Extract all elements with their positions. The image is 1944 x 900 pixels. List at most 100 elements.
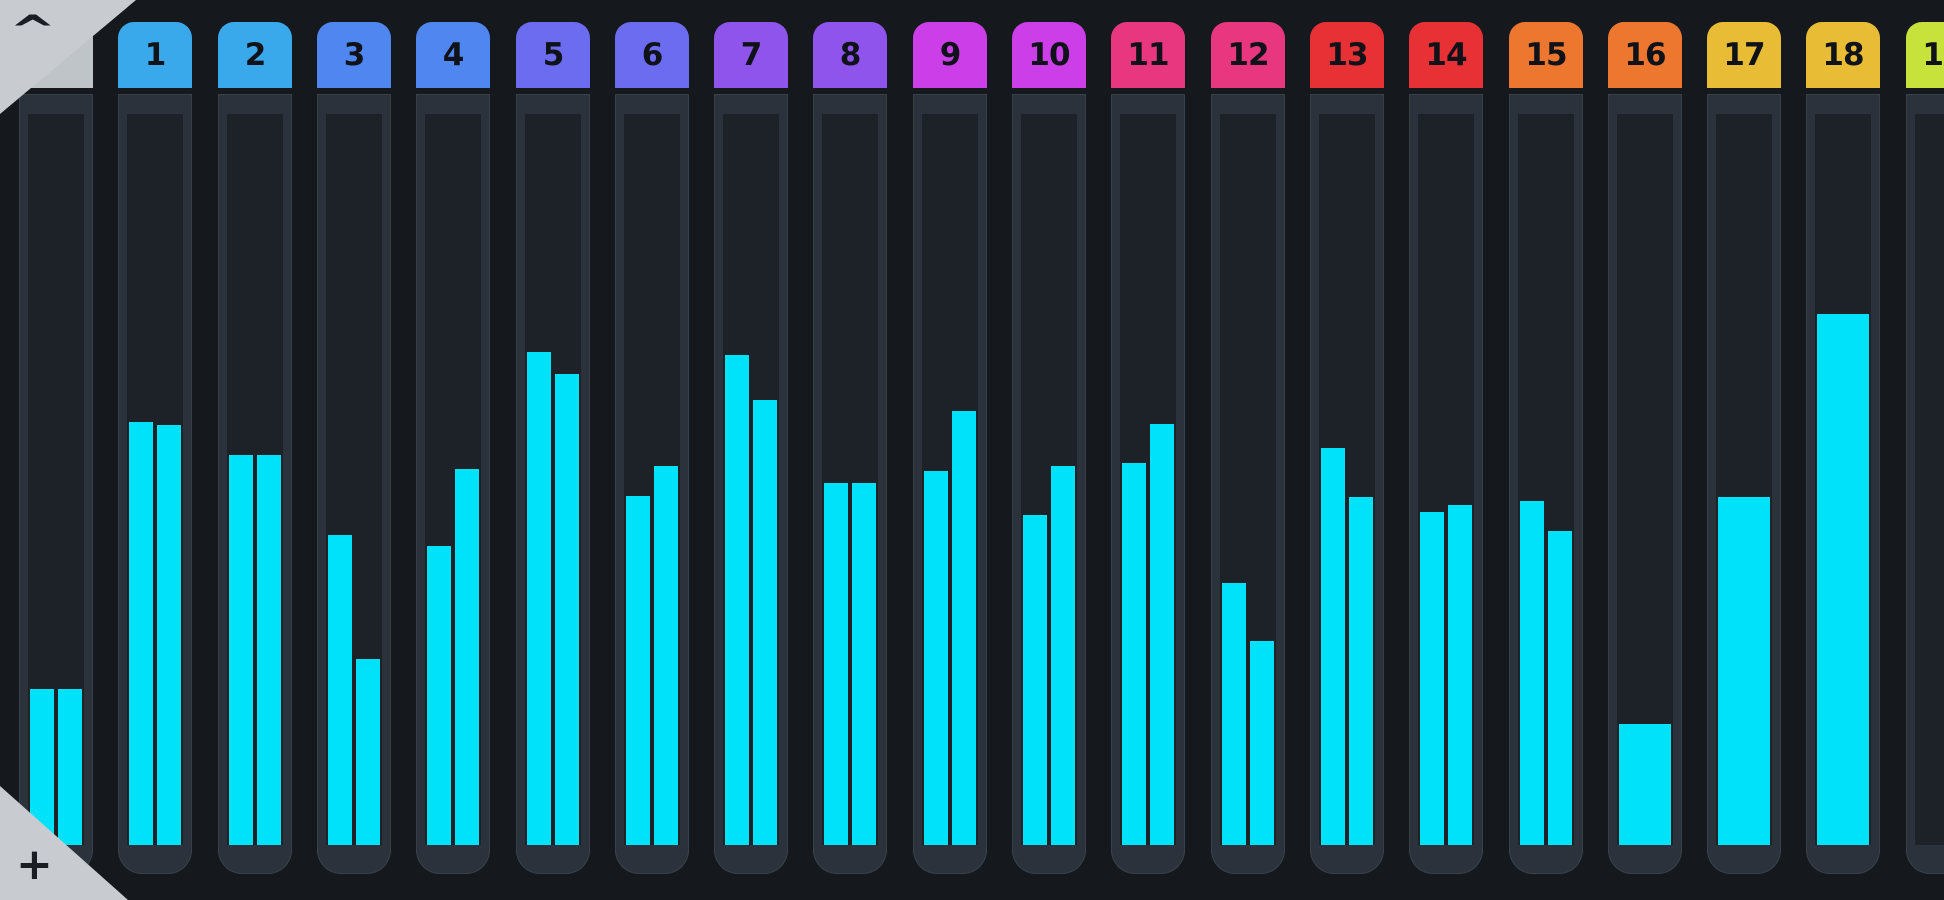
meter-housing [218,94,292,874]
meter-housing [1906,94,1944,874]
level-meter [822,114,878,845]
level-meter [624,114,680,845]
meter-bar-left [725,355,749,845]
plus-icon[interactable]: + [16,839,53,890]
channel-strip-12[interactable]: 12 [1211,22,1285,878]
channel-tab-3[interactable]: 3 [317,22,391,88]
meter-housing [1012,94,1086,874]
meter-housing [1509,94,1583,874]
channel-tab-13[interactable]: 13 [1310,22,1384,88]
level-meter [1120,114,1176,845]
level-meter [326,114,382,845]
channel-strip-master[interactable] [19,22,93,878]
level-meter [1021,114,1077,845]
level-meter [1815,114,1871,845]
channel-strip-7[interactable]: 7 [714,22,788,878]
meter-bar-left [1222,583,1246,845]
channel-strip-19[interactable]: 19 [1906,22,1944,878]
meter-housing [1409,94,1483,874]
meter-housing [813,94,887,874]
level-meter [1220,114,1276,845]
channel-tab-12[interactable]: 12 [1211,22,1285,88]
channel-strip-13[interactable]: 13 [1310,22,1384,878]
channel-strip-8[interactable]: 8 [813,22,887,878]
channel-strip-14[interactable]: 14 [1409,22,1483,878]
channel-tab-2[interactable]: 2 [218,22,292,88]
level-meter [1518,114,1574,845]
meter-housing [317,94,391,874]
channel-strip-4[interactable]: 4 [416,22,490,878]
meter-bar-right [455,469,479,845]
channel-tab-5[interactable]: 5 [516,22,590,88]
channel-tab-7[interactable]: 7 [714,22,788,88]
mixer-meter-bridge: 12345678910111213141516171819 ^ + [0,0,1944,900]
meter-housing [1806,94,1880,874]
channel-tab-19[interactable]: 19 [1906,22,1944,88]
channel-tab-15[interactable]: 15 [1509,22,1583,88]
chevron-up-icon[interactable]: ^ [9,8,56,54]
meter-housing [516,94,590,874]
meter-bar-left [824,483,848,845]
meter-bar-left [427,546,451,845]
channel-strip-10[interactable]: 10 [1012,22,1086,878]
channel-tab-6[interactable]: 6 [615,22,689,88]
channel-strip-17[interactable]: 17 [1707,22,1781,878]
level-meter [922,114,978,845]
meter-bar-left [527,352,551,845]
meter-bar-left [1420,512,1444,845]
level-meter [1418,114,1474,845]
meter-bar-right [555,374,579,845]
meter-bar-right [356,659,380,845]
meter-bar-right [257,455,281,845]
level-meter [1617,114,1673,845]
channel-strip-18[interactable]: 18 [1806,22,1880,878]
channel-tab-4[interactable]: 4 [416,22,490,88]
meter-bar-mono [1718,497,1770,845]
channel-tab-11[interactable]: 11 [1111,22,1185,88]
channel-strip-15[interactable]: 15 [1509,22,1583,878]
meter-bar-left [229,455,253,845]
meter-bar-left [1122,463,1146,845]
meter-bar-right [1349,497,1373,845]
channel-tab-10[interactable]: 10 [1012,22,1086,88]
meter-bar-left [129,422,153,845]
meter-bar-left [1321,448,1345,845]
meter-housing [118,94,192,874]
level-meter [1915,114,1944,845]
level-meter [127,114,183,845]
channel-strip-5[interactable]: 5 [516,22,590,878]
channel-tab-17[interactable]: 17 [1707,22,1781,88]
meter-bar-left [1520,501,1544,845]
meter-bar-right [654,466,678,845]
meter-housing [1211,94,1285,874]
meter-bar-right [852,483,876,845]
channel-tab-9[interactable]: 9 [913,22,987,88]
meter-bar-right [753,400,777,845]
meter-bar-right [952,411,976,845]
channel-strip-3[interactable]: 3 [317,22,391,878]
meter-housing [714,94,788,874]
channel-strip-16[interactable]: 16 [1608,22,1682,878]
channel-tab-8[interactable]: 8 [813,22,887,88]
channel-tab-16[interactable]: 16 [1608,22,1682,88]
level-meter [425,114,481,845]
channel-tab-18[interactable]: 18 [1806,22,1880,88]
channel-strip-2[interactable]: 2 [218,22,292,878]
channel-strip-1[interactable]: 1 [118,22,192,878]
level-meter [525,114,581,845]
meter-housing [19,94,93,874]
meter-bar-mono [1817,314,1869,845]
level-meter [1319,114,1375,845]
meter-housing [1310,94,1384,874]
level-meter [28,114,84,845]
channel-strip-6[interactable]: 6 [615,22,689,878]
channel-tab-14[interactable]: 14 [1409,22,1483,88]
meter-housing [1608,94,1682,874]
meter-bar-right [1051,466,1075,845]
channel-strip-11[interactable]: 11 [1111,22,1185,878]
level-meter [227,114,283,845]
channel-strip-9[interactable]: 9 [913,22,987,878]
meter-bar-right [1548,531,1572,845]
meter-bar-left [328,535,352,845]
meter-housing [1111,94,1185,874]
